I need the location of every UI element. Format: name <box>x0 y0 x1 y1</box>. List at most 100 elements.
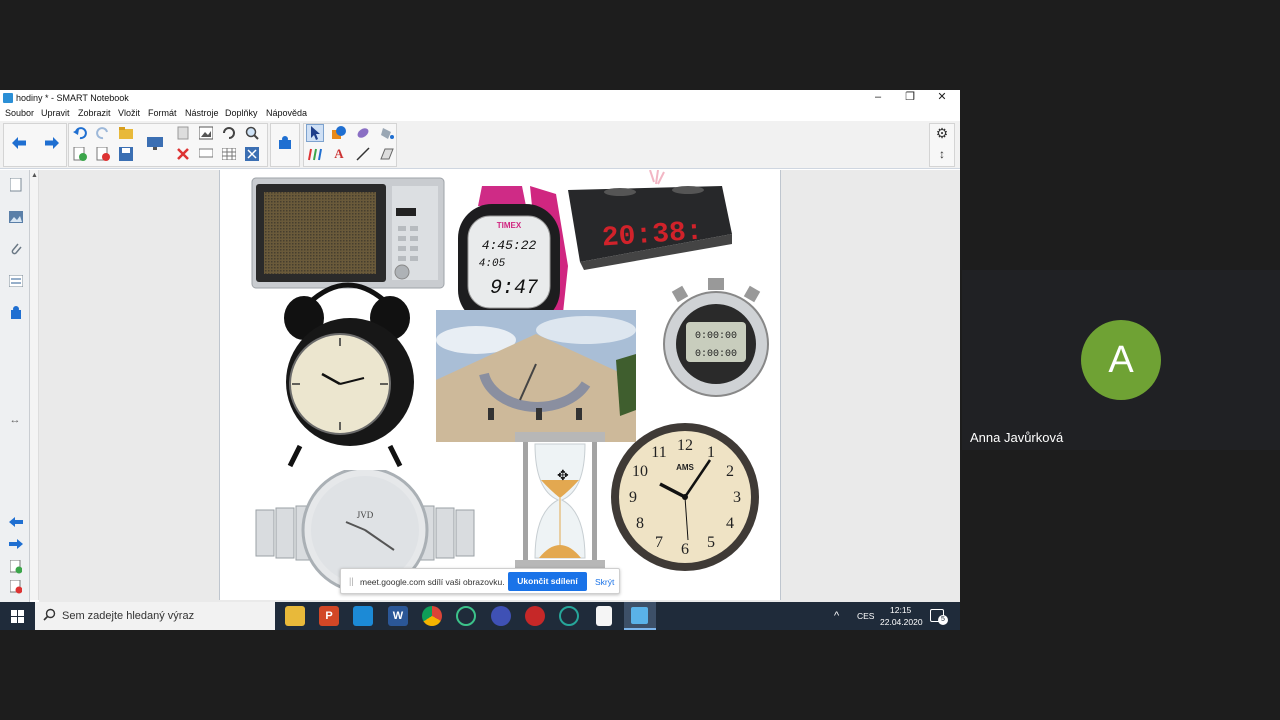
gallery-icon[interactable] <box>7 208 25 226</box>
scroll-up-icon[interactable]: ▲ <box>31 172 38 179</box>
wall-clock-numeral: 7 <box>655 534 663 551</box>
full-screen-icon[interactable] <box>243 145 261 163</box>
redo-icon[interactable] <box>94 124 112 142</box>
menu-napoveda[interactable]: Nápověda <box>266 108 307 118</box>
digital-alarm-clock-image[interactable]: 20:38: <box>562 170 736 270</box>
notebook-page[interactable]: TIMEX 4:45:22 4:05 9:47 GPS 20:38: <box>219 170 781 600</box>
wall-clock-numeral: 9 <box>629 489 637 506</box>
drag-grip-icon[interactable]: || <box>349 576 354 586</box>
cursor-icon[interactable] <box>306 124 324 142</box>
windows-start-icon[interactable] <box>0 602 34 630</box>
zoom-icon[interactable] <box>243 124 261 142</box>
hourglass-image[interactable] <box>515 432 605 570</box>
participant-tile[interactable]: A Anna Javůrková <box>962 270 1280 450</box>
toolbar-move-icon[interactable]: ↕ <box>933 145 951 163</box>
app-red-icon[interactable] <box>525 606 545 626</box>
watch-brand-label: TIMEX <box>497 221 522 230</box>
fill-icon[interactable] <box>378 124 396 142</box>
language-indicator[interactable]: CES <box>857 611 874 639</box>
tray-chevron-icon[interactable]: ^ <box>834 610 839 638</box>
line-icon[interactable] <box>354 145 372 163</box>
side-tab-bar: ↔ <box>0 170 30 630</box>
shapes-icon[interactable] <box>330 124 348 142</box>
twin-bell-alarm-clock-image[interactable] <box>278 270 420 470</box>
menu-soubor[interactable]: Soubor <box>5 108 34 118</box>
rotate-icon[interactable] <box>220 124 238 142</box>
stopwatch-image[interactable]: 0:00:00 0:00:00 <box>660 278 772 402</box>
page-sorter-icon[interactable] <box>7 176 25 194</box>
smart-notebook-task-icon <box>631 607 648 624</box>
wall-clock-image[interactable]: AMS 12 1 2 3 4 5 6 7 8 9 10 11 <box>610 422 760 572</box>
menu-vlozit[interactable]: Vložit <box>118 108 140 118</box>
gear-icon[interactable]: ⚙ <box>933 124 951 142</box>
app-teal-icon[interactable] <box>559 606 579 626</box>
app-u-icon[interactable] <box>456 606 476 626</box>
participant-avatar: A <box>1081 320 1161 400</box>
screen-capture-icon[interactable] <box>197 145 215 163</box>
file-explorer-icon[interactable] <box>285 606 305 626</box>
mail-icon[interactable] <box>353 606 373 626</box>
resize-handle-icon[interactable]: ↔ <box>6 411 24 429</box>
wall-clock-numeral: 1 <box>707 444 715 461</box>
wall-clock-numeral: 5 <box>707 534 715 551</box>
arrow-left-icon[interactable] <box>10 134 28 152</box>
arrow-right-icon[interactable] <box>43 134 61 152</box>
clock-date[interactable]: 22.04.2020 <box>880 617 923 645</box>
wall-clock-numeral: 11 <box>651 444 666 461</box>
smart-notebook-taskbar-button[interactable] <box>624 602 656 630</box>
hide-share-bar-link[interactable]: Skrýt <box>595 577 614 587</box>
delete-page-side-icon[interactable] <box>7 578 25 596</box>
powerpoint-icon[interactable]: P <box>319 606 339 626</box>
notification-center-icon[interactable]: 5 <box>930 609 948 625</box>
wrist-watch-brand: JVD <box>357 510 374 520</box>
insert-picture-icon[interactable] <box>197 124 215 142</box>
close-button[interactable]: ✕ <box>926 90 958 106</box>
chrome-icon[interactable] <box>422 606 442 626</box>
vertical-scrollbar[interactable]: ▲ ▼ <box>30 170 39 600</box>
search-icon <box>43 608 56 621</box>
magic-pen-icon[interactable] <box>354 124 372 142</box>
menu-upravit[interactable]: Upravit <box>41 108 70 118</box>
search-placeholder: Sem zadejte hledaný výraz <box>62 610 195 622</box>
save-icon[interactable] <box>117 145 135 163</box>
puzzle-icon[interactable] <box>276 134 294 152</box>
stop-sharing-button[interactable]: Ukončit sdílení <box>508 572 587 591</box>
menu-bar: Soubor Upravit Zobrazit Vložit Formát Ná… <box>0 106 960 121</box>
eraser-icon[interactable] <box>378 145 396 163</box>
undo-icon[interactable] <box>71 124 89 142</box>
open-folder-icon[interactable] <box>117 124 135 142</box>
wall-clock-numeral: 2 <box>726 463 734 480</box>
sundial-wall-image[interactable] <box>436 310 636 442</box>
watch-readout-line1: 4:45:22 <box>482 238 537 253</box>
menu-zobrazit[interactable]: Zobrazit <box>78 108 111 118</box>
main-toolbar: A ⚙ ↕ <box>0 121 960 169</box>
app-blue-icon[interactable] <box>491 606 511 626</box>
minimize-button[interactable]: – <box>862 90 894 106</box>
delete-page-icon[interactable] <box>94 145 112 163</box>
pen-icon[interactable] <box>306 145 324 163</box>
move-cursor-icon: ✥ <box>557 467 569 483</box>
prev-page-arrow-icon[interactable] <box>7 513 25 531</box>
add-page-side-icon[interactable] <box>7 558 25 576</box>
menu-nastroje[interactable]: Nástroje <box>185 108 219 118</box>
paste-icon[interactable] <box>174 124 192 142</box>
taskbar-search-box[interactable]: Sem zadejte hledaný výraz <box>35 602 275 630</box>
menu-doplnky[interactable]: Doplňky <box>225 108 258 118</box>
next-page-arrow-icon[interactable] <box>7 535 25 553</box>
smart-notebook-app-icon <box>3 93 13 103</box>
attachments-icon[interactable] <box>7 240 25 258</box>
document-icon[interactable] <box>596 606 612 626</box>
delete-icon[interactable] <box>174 145 192 163</box>
stopwatch-readout-line1: 0:00:00 <box>695 331 737 342</box>
restore-button[interactable]: ❐ <box>894 90 926 106</box>
word-icon[interactable]: W <box>388 606 408 626</box>
properties-icon[interactable] <box>7 272 25 290</box>
table-icon[interactable] <box>220 145 238 163</box>
addons-icon[interactable] <box>7 304 25 322</box>
wall-clock-numeral: 10 <box>632 463 648 480</box>
screen-shade-icon[interactable] <box>146 134 164 152</box>
add-page-icon[interactable] <box>71 145 89 163</box>
text-icon[interactable]: A <box>330 145 348 163</box>
menu-format[interactable]: Formát <box>148 108 177 118</box>
wall-clock-numeral: 6 <box>681 541 689 558</box>
